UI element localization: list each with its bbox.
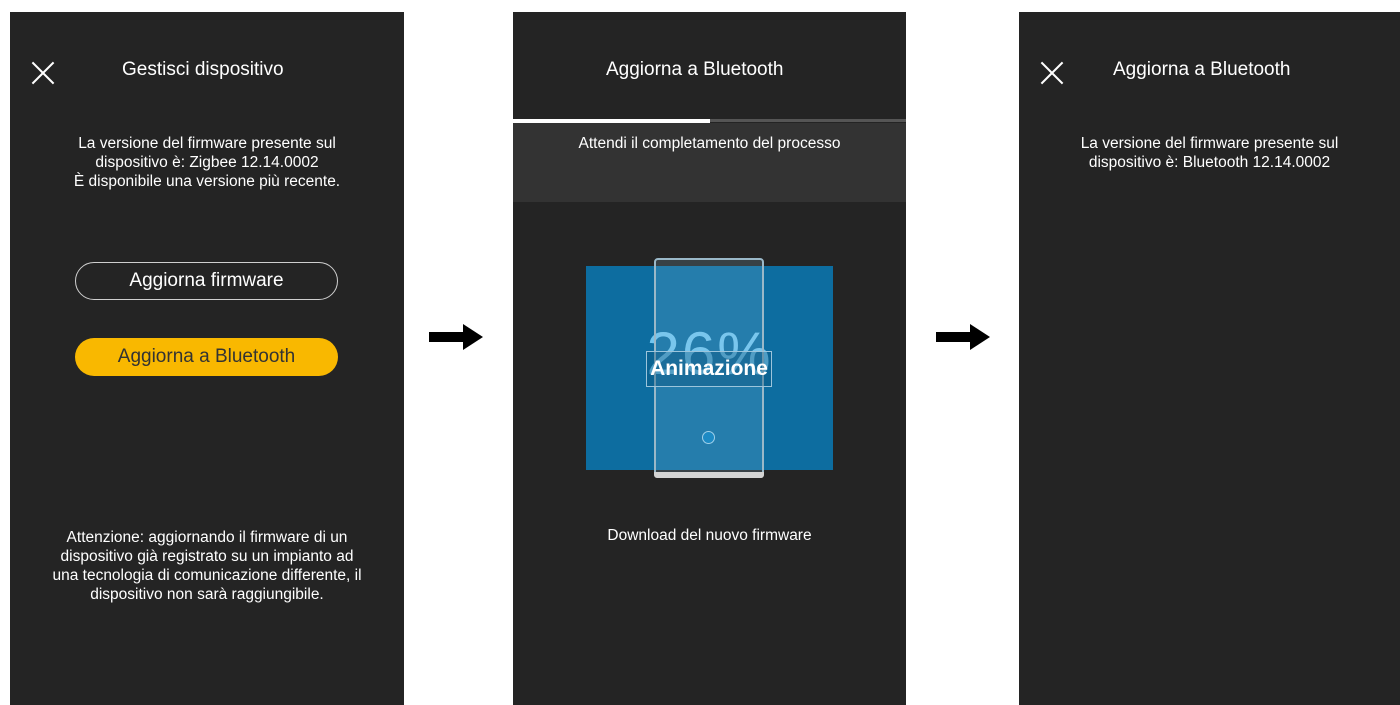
device-button-icon [702,431,715,444]
close-icon[interactable] [1039,60,1065,86]
close-icon[interactable] [30,60,56,86]
warning-text: Attenzione: aggiornando il firmware di u… [52,529,362,603]
bluetooth-firmware-screen: Aggiorna a Bluetooth La versione del fir… [1019,12,1400,705]
update-to-bluetooth-button[interactable]: Aggiorna a Bluetooth [75,338,338,376]
firmware-info-text: La versione del firmware presente sul di… [73,135,341,190]
arrow-right-icon [936,324,992,350]
page-title: Aggiorna a Bluetooth [606,59,784,80]
device-base [654,472,764,478]
status-text: Download del nuovo firmware [607,527,812,544]
manage-device-screen: Gestisci dispositivo La versione del fir… [10,12,404,705]
update-firmware-button[interactable]: Aggiorna firmware [75,262,338,300]
page-title: Gestisci dispositivo [122,59,284,80]
animation-placeholder-label: Animazione [646,351,772,387]
arrow-right-icon [429,324,485,350]
bluetooth-update-progress-screen: Aggiorna a Bluetooth Attendi il completa… [513,12,906,705]
firmware-info-text: La versione del firmware presente sul di… [1080,135,1339,171]
wait-message: Attendi il completamento del processo [578,135,841,152]
page-title: Aggiorna a Bluetooth [1113,59,1291,80]
